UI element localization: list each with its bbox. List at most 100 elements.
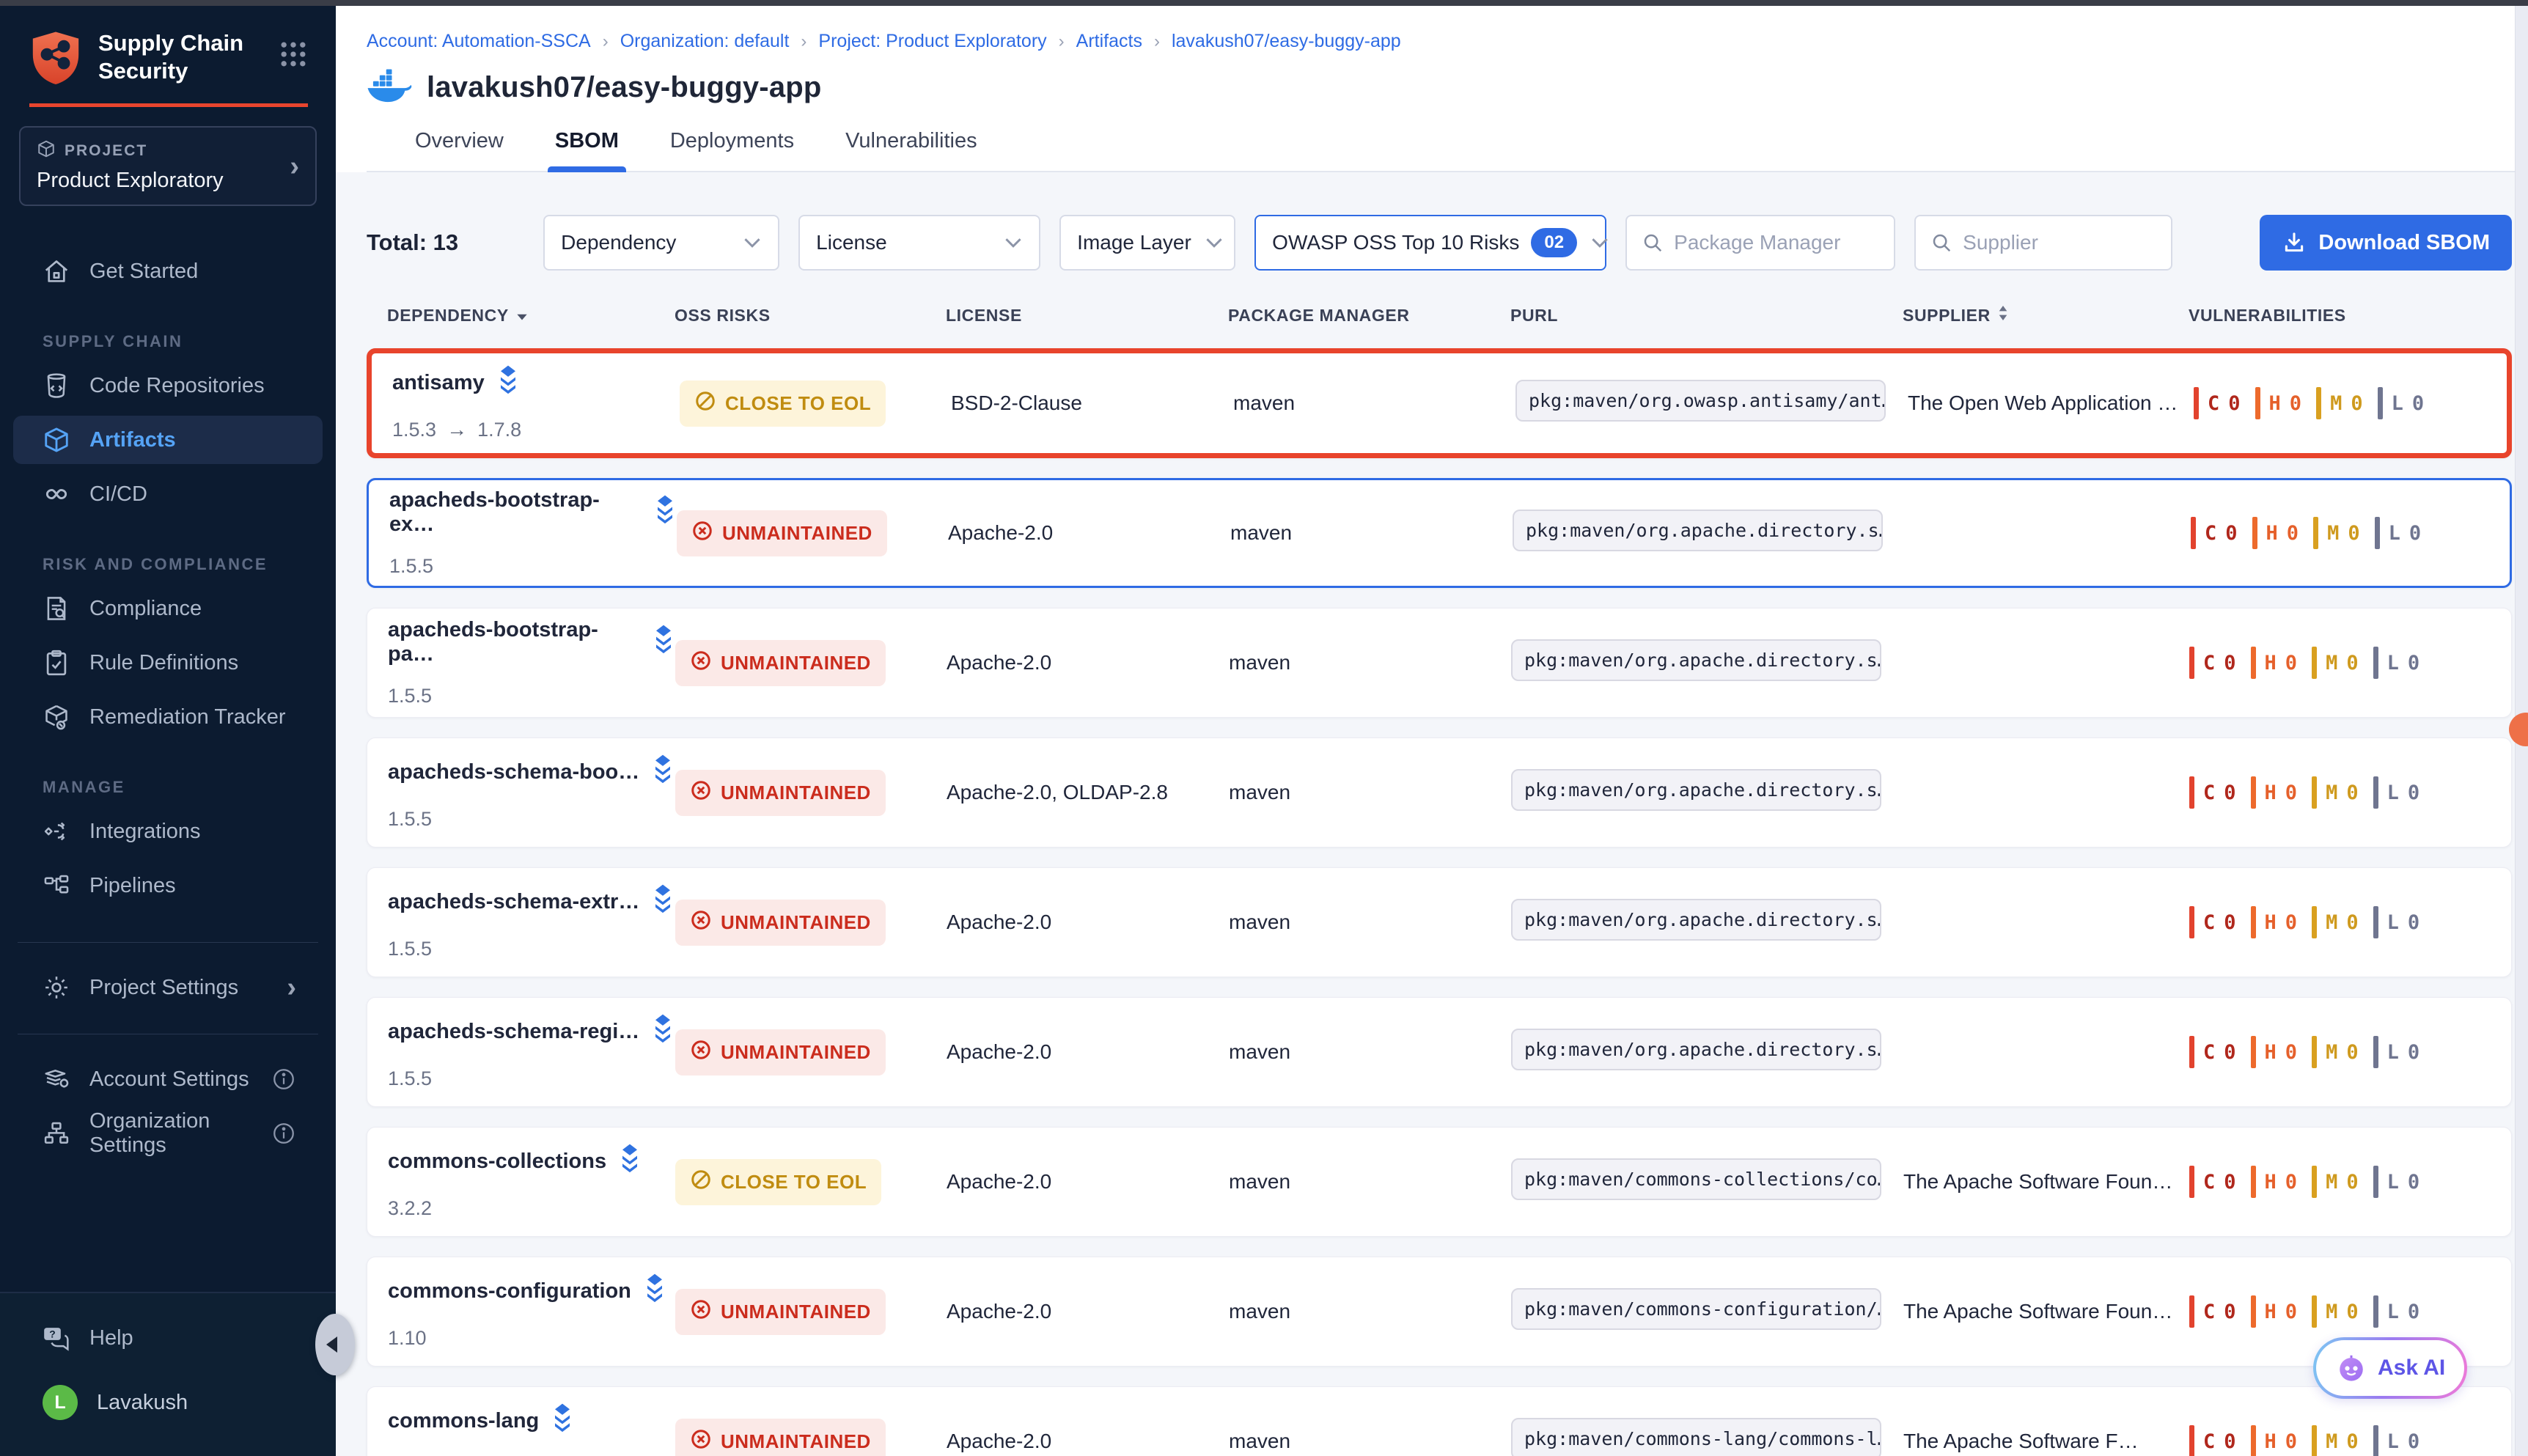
sidebar-item-organization-settings[interactable]: Organization Settings bbox=[13, 1109, 323, 1158]
risk-status-icon bbox=[694, 390, 716, 417]
purl-pill[interactable]: pkg:maven/org.apache.directory.s… bbox=[1513, 510, 1883, 551]
severity-bar bbox=[2251, 1425, 2256, 1456]
column-label: SUPPLIER bbox=[1903, 306, 1991, 326]
license: Apache-2.0, OLDAP-2.8 bbox=[947, 781, 1229, 804]
project-selector[interactable]: PROJECT Product Exploratory › bbox=[19, 126, 317, 206]
sidebar-item-code-repositories[interactable]: Code Repositories bbox=[13, 361, 323, 410]
sidebar-item-remediation-tracker[interactable]: Remediation Tracker bbox=[13, 693, 323, 741]
breadcrumb-link-account-automation-ssca[interactable]: Account: Automation-SSCA bbox=[367, 31, 591, 52]
oss-risk-badge: UNMAINTAINED bbox=[675, 640, 886, 686]
severity-c: C0 bbox=[2189, 1166, 2236, 1198]
sort-desc-icon[interactable] bbox=[516, 306, 528, 326]
table-row-apacheds-schema-boo[interactable]: apacheds-schema-boo… 1.5.5 → UNMAINTAINE… bbox=[367, 738, 2512, 848]
table-row-commons-lang[interactable]: commons-lang → UNMAINTAINED Apache-2.0 m… bbox=[367, 1386, 2512, 1456]
sidebar-item-get-started[interactable]: Get Started bbox=[13, 247, 323, 295]
severity-bar bbox=[2373, 1166, 2378, 1198]
package-manager: maven bbox=[1233, 391, 1515, 415]
layers-icon bbox=[618, 1144, 642, 1179]
risk-status-icon bbox=[690, 1169, 712, 1196]
package-manager-input[interactable] bbox=[1674, 231, 1879, 254]
package-manager: maven bbox=[1229, 1300, 1511, 1323]
purl-pill[interactable]: pkg:maven/commons-collections/co… bbox=[1511, 1158, 1881, 1200]
layers-icon bbox=[651, 884, 675, 919]
table-row-apacheds-bootstrap-ex[interactable]: apacheds-bootstrap-ex… 1.5.5 → UNMAINTAI… bbox=[367, 478, 2512, 588]
purl-pill[interactable]: pkg:maven/org.apache.directory.s… bbox=[1511, 639, 1881, 681]
svg-text:?: ? bbox=[49, 1328, 55, 1339]
sidebar-item-compliance[interactable]: Compliance bbox=[13, 584, 323, 633]
supplier-search[interactable] bbox=[1914, 215, 2172, 271]
breadcrumb-separator-icon: › bbox=[1059, 32, 1065, 52]
filter-dropdown-image-layer[interactable]: Image Layer bbox=[1059, 215, 1235, 271]
info-icon[interactable] bbox=[271, 1121, 296, 1146]
column-header-supplier[interactable]: SUPPLIER bbox=[1903, 304, 2189, 326]
tab-overview[interactable]: Overview bbox=[415, 129, 504, 171]
severity-count: 0 bbox=[2285, 782, 2297, 804]
filter-dropdown-license[interactable]: License bbox=[798, 215, 1040, 271]
tab-deployments[interactable]: Deployments bbox=[670, 129, 794, 171]
table-row-commons-collections[interactable]: commons-collections 3.2.2 → CLOSE TO EOL… bbox=[367, 1127, 2512, 1237]
package-manager-search[interactable] bbox=[1625, 215, 1895, 271]
tab-vulnerabilities[interactable]: Vulnerabilities bbox=[845, 129, 977, 171]
table-row-commons-configuration[interactable]: commons-configuration 1.10 → UNMAINTAINE… bbox=[367, 1257, 2512, 1367]
sidebar-item-artifacts[interactable]: Artifacts bbox=[13, 416, 323, 464]
column-header-oss-risks: OSS RISKS bbox=[675, 306, 946, 326]
severity-count: 0 bbox=[2408, 911, 2419, 934]
breadcrumb-link-project-product-exploratory[interactable]: Project: Product Exploratory bbox=[818, 31, 1046, 52]
supplier-input[interactable] bbox=[1963, 231, 2156, 254]
sidebar-item-cicd[interactable]: CI/CD bbox=[13, 470, 323, 518]
breadcrumb-link-organization-default[interactable]: Organization: default bbox=[620, 31, 790, 52]
purl-pill[interactable]: pkg:maven/org.owasp.antisamy/ant… bbox=[1515, 380, 1886, 422]
ask-ai-button[interactable]: Ask AI bbox=[2313, 1337, 2467, 1399]
purl-pill[interactable]: pkg:maven/org.apache.directory.s… bbox=[1511, 899, 1881, 941]
purl-pill[interactable]: pkg:maven/commons-configuration/… bbox=[1511, 1288, 1881, 1330]
severity-count: 0 bbox=[2285, 652, 2297, 674]
sidebar-item-account-settings[interactable]: Account Settings bbox=[13, 1055, 323, 1103]
table-row-apacheds-schema-extr[interactable]: apacheds-schema-extr… 1.5.5 → UNMAINTAIN… bbox=[367, 867, 2512, 977]
table-row-apacheds-schema-regi[interactable]: apacheds-schema-regi… 1.5.5 → UNMAINTAIN… bbox=[367, 997, 2512, 1107]
sidebar-item-integrations[interactable]: Integrations bbox=[13, 807, 323, 856]
tab-sbom[interactable]: SBOM bbox=[555, 129, 619, 171]
download-sbom-button[interactable]: Download SBOM bbox=[2260, 215, 2512, 271]
column-header-dependency[interactable]: DEPENDENCY bbox=[367, 306, 675, 326]
severity-bar bbox=[2189, 1295, 2194, 1328]
severity-m: M0 bbox=[2316, 387, 2363, 419]
sidebar-item-rule-definitions[interactable]: Rule Definitions bbox=[13, 639, 323, 687]
filter-dropdown-owasp-oss-top-10-risks[interactable]: OWASP OSS Top 10 Risks02 bbox=[1254, 215, 1606, 271]
sidebar-item-help[interactable]: ? Help bbox=[13, 1314, 323, 1362]
project-name: Product Exploratory bbox=[37, 169, 290, 193]
table-row-antisamy[interactable]: antisamy 1.5.3 → 1.7.8 CLOSE TO EOL BSD-… bbox=[367, 348, 2512, 458]
sidebar-item-pipelines[interactable]: Pipelines bbox=[13, 861, 323, 910]
license: Apache-2.0 bbox=[947, 1040, 1229, 1064]
severity-c: C0 bbox=[2191, 517, 2238, 549]
app-switcher-grid-icon[interactable] bbox=[277, 38, 309, 74]
oss-risk-badge: CLOSE TO EOL bbox=[675, 1159, 881, 1205]
dropdown-label: License bbox=[816, 231, 887, 254]
breadcrumb-link-lavakush07-easy-buggy-app[interactable]: lavakush07/easy-buggy-app bbox=[1172, 31, 1401, 52]
sort-icon[interactable] bbox=[1998, 304, 2008, 326]
section-title-manage: MANAGE bbox=[43, 778, 336, 797]
dependency-name: apacheds-schema-regi… bbox=[388, 1020, 639, 1044]
severity-bar bbox=[2373, 1295, 2378, 1328]
severity-bar bbox=[2251, 906, 2256, 938]
license: Apache-2.0 bbox=[948, 521, 1230, 545]
breadcrumb-link-artifacts[interactable]: Artifacts bbox=[1076, 31, 1142, 52]
severity-bar bbox=[2251, 776, 2256, 809]
purl-pill[interactable]: pkg:maven/commons-lang/commons-l… bbox=[1511, 1418, 1881, 1456]
table-row-apacheds-bootstrap-pa[interactable]: apacheds-bootstrap-pa… 1.5.5 → UNMAINTAI… bbox=[367, 608, 2512, 718]
severity-bar bbox=[2316, 387, 2321, 419]
info-icon[interactable] bbox=[271, 1067, 296, 1092]
severity-l: L0 bbox=[2378, 387, 2425, 419]
severity-bar bbox=[2251, 1166, 2256, 1198]
column-label: VULNERABILITIES bbox=[2189, 306, 2346, 326]
severity-count: 0 bbox=[2408, 782, 2419, 804]
oss-risk-badge: UNMAINTAINED bbox=[675, 770, 886, 816]
sidebar-collapse-handle[interactable] bbox=[315, 1314, 355, 1375]
sidebar-item-label: Get Started bbox=[89, 260, 198, 284]
filter-dropdown-dependency[interactable]: Dependency bbox=[543, 215, 779, 271]
purl-pill[interactable]: pkg:maven/org.apache.directory.s… bbox=[1511, 1029, 1881, 1070]
purl-pill[interactable]: pkg:maven/org.apache.directory.s… bbox=[1511, 769, 1881, 811]
severity-bar bbox=[2312, 1295, 2317, 1328]
sidebar-item-project-settings[interactable]: Project Settings › bbox=[13, 963, 323, 1012]
user-menu[interactable]: L Lavakush bbox=[13, 1378, 323, 1427]
severity-bar bbox=[2194, 387, 2199, 419]
